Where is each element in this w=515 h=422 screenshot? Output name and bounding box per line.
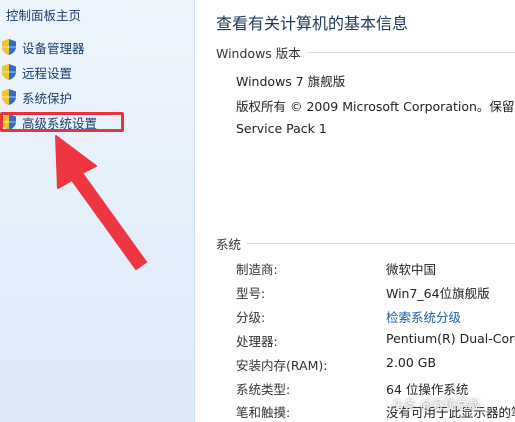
service-pack-text: Service Pack 1 xyxy=(236,121,327,136)
info-key: 分级: xyxy=(236,310,266,325)
windows-edition-heading: Windows 版本 xyxy=(216,43,515,62)
copyright-text: 版权所有 © 2009 Microsoft Corporation。保留所 xyxy=(236,99,515,114)
info-value: Win7_64位旗舰版 xyxy=(386,286,490,301)
page-title: 查看有关计算机的基本信息 xyxy=(216,14,409,33)
section-divider xyxy=(247,243,515,244)
info-value: 微软中国 xyxy=(386,262,437,277)
section-heading-label: 系统 xyxy=(216,237,242,252)
rating-link[interactable]: 检索系统分级 xyxy=(386,307,461,326)
info-row-manufacturer: 制造商: 微软中国 xyxy=(236,259,515,277)
info-value: 2.00 GB xyxy=(386,355,437,370)
info-key: 安装内存(RAM): xyxy=(236,358,328,373)
info-value: Pentium(R) Dual-Core xyxy=(386,331,515,346)
info-key: 处理器: xyxy=(236,334,278,349)
system-heading: 系统 xyxy=(216,234,515,253)
info-key: 制造商: xyxy=(236,262,278,277)
info-key: 系统类型: xyxy=(236,382,291,397)
windows-edition-name: Windows 7 旗舰版 xyxy=(236,74,346,89)
section-heading-label: Windows 版本 xyxy=(216,46,301,61)
section-divider xyxy=(306,52,515,53)
info-row-model: 型号: Win7_64位旗舰版 xyxy=(236,283,515,301)
info-key: 笔和触摸: xyxy=(236,405,291,420)
watermark-text: 头条 @系统总裁 xyxy=(392,398,480,412)
info-row-processor: 处理器: Pentium(R) Dual-Core xyxy=(236,331,515,349)
info-row-rating: 分级: 检索系统分级 xyxy=(236,307,515,326)
info-row-memory: 安装内存(RAM): 2.00 GB xyxy=(236,355,515,373)
info-row-system-type: 系统类型: 64 位操作系统 xyxy=(236,379,515,397)
info-key: 型号: xyxy=(236,286,266,301)
watermark: 头条 @系统总裁 xyxy=(392,396,480,413)
